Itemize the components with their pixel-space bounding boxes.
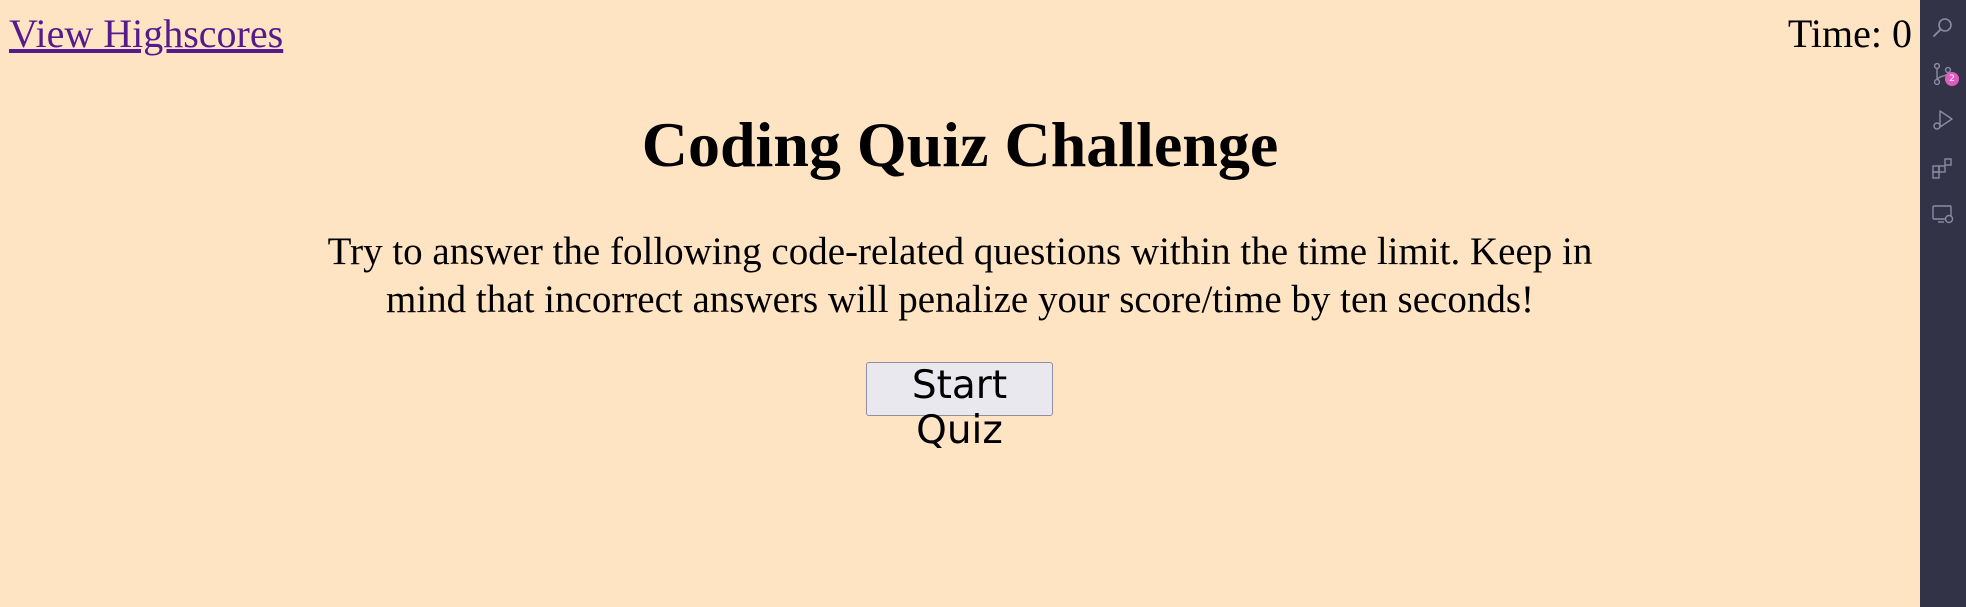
- timer-value: 0: [1892, 11, 1912, 56]
- remote-explorer-icon[interactable]: [1931, 202, 1955, 226]
- activity-bar: 2: [1920, 0, 1966, 607]
- view-highscores-link[interactable]: View Highscores: [9, 10, 283, 57]
- quiz-page: View Highscores Time: 0 Coding Quiz Chall…: [0, 0, 1920, 607]
- extensions-icon[interactable]: [1931, 156, 1955, 180]
- page-header: View Highscores Time: 0: [0, 0, 1920, 70]
- run-debug-icon[interactable]: [1931, 108, 1955, 132]
- timer: Time: 0: [1788, 10, 1912, 57]
- source-control-badge: 2: [1945, 72, 1959, 86]
- search-icon[interactable]: [1931, 16, 1955, 40]
- start-quiz-button[interactable]: Start Quiz: [866, 362, 1053, 453]
- page-title: Coding Quiz Challenge: [641, 109, 1279, 180]
- source-control-icon[interactable]: 2: [1931, 62, 1959, 86]
- intro-text: Try to answer the following code-related…: [327, 230, 1593, 321]
- timer-label: Time:: [1787, 11, 1882, 56]
